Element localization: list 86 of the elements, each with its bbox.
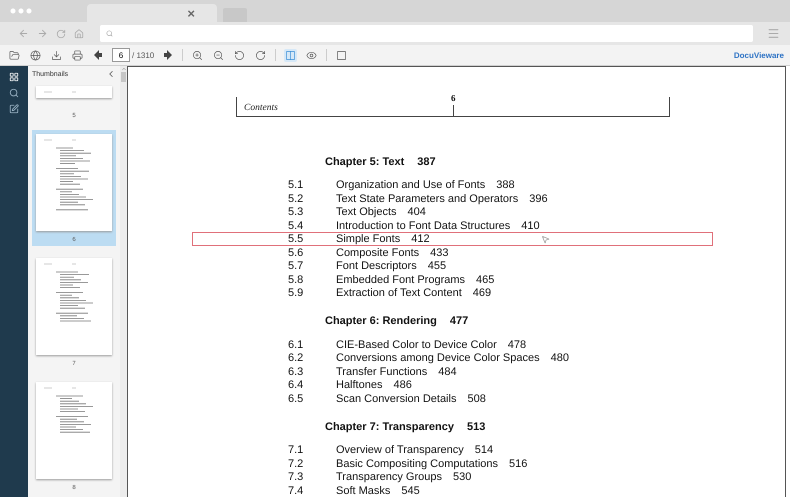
- section-page: 465: [476, 274, 494, 286]
- section-page: 508: [467, 392, 486, 404]
- section-title: Introduction to Font Data Structures: [336, 220, 510, 232]
- section-number: 6.5: [288, 392, 304, 404]
- scrollbar-thumb[interactable]: [121, 72, 126, 82]
- section-number: 5.9: [288, 287, 304, 299]
- section-number: 7.1: [288, 444, 304, 456]
- section-title: Composite Fonts: [336, 246, 420, 258]
- section-page: 396: [529, 192, 548, 204]
- zoom-out-icon[interactable]: [212, 48, 226, 62]
- section-title: Soft Masks: [336, 484, 390, 496]
- section-page: 469: [472, 287, 492, 299]
- section-title: Scan Conversion Details: [336, 392, 456, 404]
- section-page: 516: [509, 458, 528, 470]
- section-title: Extraction of Text Content: [336, 287, 462, 299]
- section-page: 388: [496, 179, 515, 191]
- scrollbar[interactable]: [120, 66, 127, 497]
- chapter-title: Chapter 5: Text: [325, 156, 404, 168]
- page-number-field[interactable]: 6: [112, 48, 130, 62]
- section-title: Halftones: [336, 379, 382, 391]
- section-number: 6.3: [288, 366, 304, 378]
- section-page: 478: [508, 338, 526, 350]
- section-number: 5.1: [288, 179, 304, 191]
- section-title: Text State Parameters and Operators: [336, 192, 518, 204]
- section-page: 530: [452, 471, 472, 483]
- section-number: 7.3: [288, 471, 304, 483]
- section-title: CIE-Based Color to Device Color: [336, 338, 497, 350]
- section-title: Overview of Transparency: [336, 444, 464, 456]
- section-title: Font Descriptors: [336, 260, 417, 272]
- section-number: 5.8: [288, 274, 304, 286]
- chapter-page: 387: [417, 156, 436, 168]
- next-page-button[interactable]: [162, 49, 174, 61]
- section-number: 6.2: [288, 352, 304, 364]
- edit-icon[interactable]: [9, 104, 19, 114]
- section-number: 7.4: [288, 484, 304, 496]
- search-icon: [106, 30, 113, 37]
- section-page: 545: [401, 484, 420, 496]
- section-number: 6.4: [288, 379, 304, 391]
- address-field[interactable]: [100, 25, 753, 42]
- rotate-left-icon[interactable]: [233, 48, 246, 62]
- chapter-page: 477: [450, 315, 468, 327]
- section-title: Transparency Groups: [336, 471, 442, 483]
- section-page: 480: [550, 352, 569, 364]
- download-icon[interactable]: [50, 48, 63, 62]
- section-number: 5.5: [288, 233, 304, 245]
- section-title: Conversions among Device Color Spaces: [336, 352, 540, 364]
- section-number: 5.6: [288, 246, 304, 258]
- search-icon[interactable]: [9, 88, 19, 98]
- section-title: Organization and Use of Fonts: [336, 179, 486, 191]
- section-title: Simple Fonts: [336, 233, 400, 245]
- section-title: Transfer Functions: [336, 366, 428, 378]
- section-page: 404: [408, 206, 426, 218]
- chapter-page: 513: [467, 420, 486, 432]
- section-page: 486: [393, 379, 412, 391]
- section-page: 433: [430, 246, 449, 258]
- page-count: / 1310: [132, 50, 154, 60]
- grid-icon[interactable]: [9, 72, 19, 82]
- section-number: 7.2: [288, 458, 304, 470]
- pointer-icon: [540, 234, 550, 244]
- zoom-in-icon[interactable]: [191, 48, 204, 62]
- section-page: 455: [428, 260, 446, 272]
- fit-page-icon[interactable]: [284, 48, 298, 62]
- section-page: 410: [521, 220, 540, 232]
- globe-icon[interactable]: [29, 48, 42, 62]
- chapter-title: Chapter 6: Rendering: [325, 315, 437, 327]
- section-title: Embedded Font Programs: [336, 274, 466, 286]
- folder-icon[interactable]: [8, 48, 21, 62]
- section-page: 514: [474, 444, 494, 456]
- running-head: Contents: [243, 102, 279, 115]
- section-number: 5.3: [288, 206, 304, 218]
- section-number: 5.2: [288, 192, 304, 204]
- browser-tab[interactable]: ×: [87, 4, 217, 22]
- rotate-right-icon[interactable]: [254, 48, 268, 62]
- section-page: 484: [438, 366, 457, 378]
- section-title: Text Objects: [336, 206, 397, 218]
- section-title: Basic Compositing Computations: [336, 458, 498, 470]
- previous-page-button[interactable]: [92, 49, 104, 61]
- section-number: 5.4: [288, 220, 304, 232]
- page-number: 6: [451, 93, 456, 103]
- section-number: 6.1: [288, 338, 304, 350]
- chapter-title: Chapter 7: Transparency: [325, 420, 454, 432]
- brand-logo: DocuVieware: [734, 50, 784, 60]
- printer-icon[interactable]: [71, 48, 84, 62]
- square-icon[interactable]: [335, 48, 348, 62]
- section-page: 412: [411, 233, 430, 245]
- section-number: 5.7: [288, 260, 304, 272]
